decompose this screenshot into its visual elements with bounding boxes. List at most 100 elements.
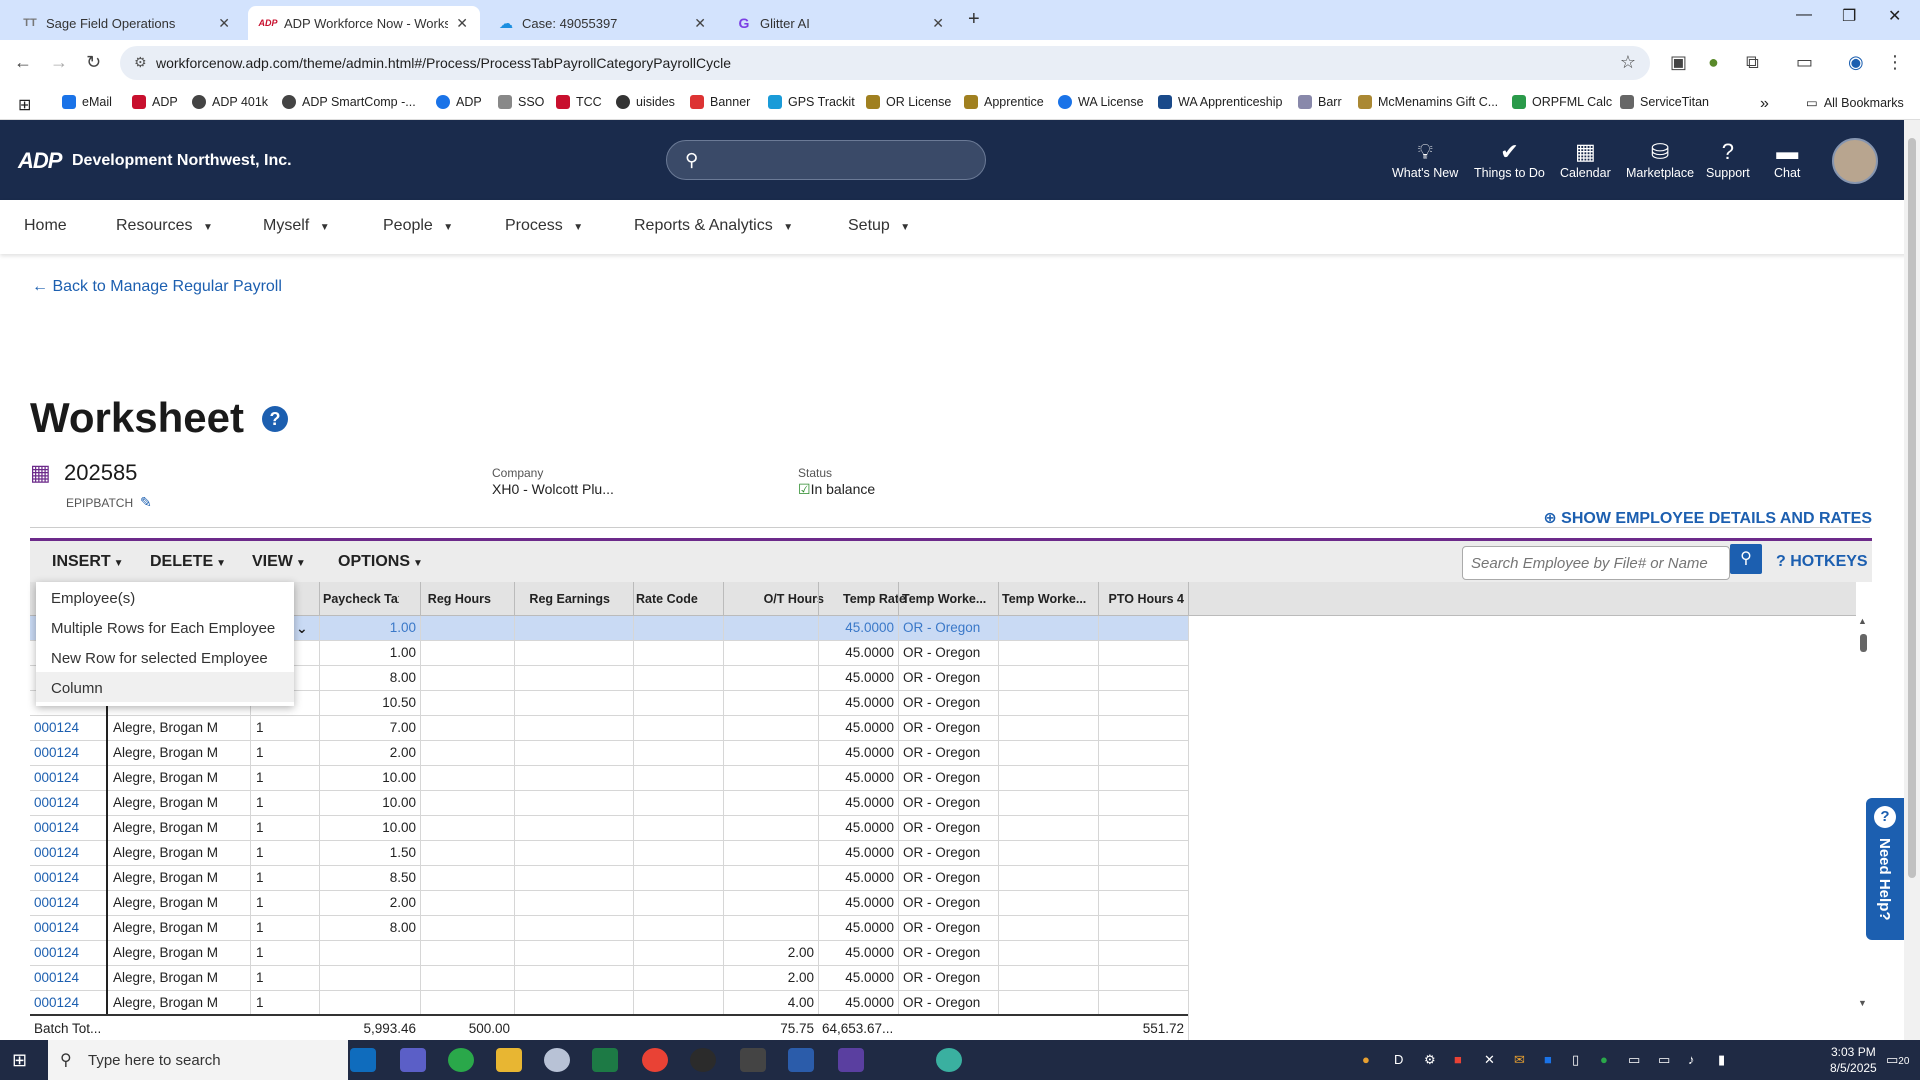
file-number-link[interactable]: 000124	[34, 795, 104, 810]
address-bar[interactable]: ⚙ workforcenow.adp.com/theme/admin.html#…	[120, 46, 1650, 80]
table-row[interactable]: 000124 Alegre, Brogan M 1 2.00 45.0000 OR - O…	[30, 941, 1188, 966]
excel-icon[interactable]	[592, 1048, 618, 1072]
temp-worked-state-cell[interactable]: OR - Oregon	[903, 845, 997, 860]
browser-tab-adp[interactable]: ADP ADP Workforce Now - Workshe ✕	[248, 6, 480, 40]
ot-hours-cell[interactable]: 2.00	[730, 970, 814, 985]
calendar-button[interactable]: ▦ Calendar	[1560, 138, 1611, 180]
tab-search-icon[interactable]: ▭	[1796, 52, 1813, 73]
close-window-icon[interactable]: ✕	[1888, 6, 1901, 26]
tray-icon[interactable]: ✕	[1484, 1052, 1495, 1068]
taskbar-search[interactable]: ⚲ Type here to search	[48, 1040, 348, 1080]
temp-rate-cell[interactable]: 45.0000	[822, 995, 894, 1010]
extension-icon[interactable]: ●	[1708, 52, 1719, 73]
temp-rate-cell[interactable]: 45.0000	[822, 620, 894, 635]
table-row[interactable]: 000124 Alegre, Brogan M 1 2.00 45.0000 OR - O…	[30, 741, 1188, 766]
file-number-link[interactable]: 000124	[34, 820, 104, 835]
scroll-up-icon[interactable]: ▲	[1858, 616, 1867, 626]
column-header[interactable]: Temp Worke...	[1002, 592, 1094, 606]
options-menu-button[interactable]: OPTIONS ▼	[338, 553, 423, 571]
hotkeys-button[interactable]: ? HOTKEYS	[1776, 553, 1868, 571]
close-icon[interactable]: ✕	[932, 15, 944, 32]
back-link[interactable]: ← Back to Manage Regular Payroll	[32, 278, 282, 296]
file-number-link[interactable]: 000124	[34, 845, 104, 860]
bookmark-item[interactable]: ADP	[436, 95, 482, 109]
url-text[interactable]: workforcenow.adp.com/theme/admin.html#/P…	[156, 55, 731, 71]
tray-icon[interactable]: ■	[1454, 1052, 1462, 1067]
table-row[interactable]: 000124 Alegre, Brogan M 1 1.50 45.0000 OR - O…	[30, 841, 1188, 866]
column-header[interactable]: Temp Worke...	[902, 592, 994, 606]
close-icon[interactable]: ✕	[218, 15, 230, 32]
bookmark-item[interactable]: eMail	[62, 95, 112, 109]
nav-myself[interactable]: Myself ▼	[263, 217, 330, 235]
forward-icon[interactable]: →	[50, 52, 68, 73]
nav-resources[interactable]: Resources ▼	[116, 217, 213, 235]
grid-scroll-thumb[interactable]	[1860, 634, 1867, 652]
ot-hours-cell[interactable]: 2.00	[730, 945, 814, 960]
temp-worked-state-cell[interactable]: OR - Oregon	[903, 620, 997, 635]
temp-rate-cell[interactable]: 45.0000	[822, 845, 894, 860]
employee-search-input[interactable]	[1462, 546, 1730, 580]
tray-icon[interactable]: ▭	[1628, 1052, 1640, 1068]
temp-rate-cell[interactable]: 45.0000	[822, 645, 894, 660]
reg-hours-cell[interactable]: 10.00	[326, 795, 416, 810]
bookmark-item[interactable]: ADP SmartComp -...	[282, 95, 416, 109]
file-number-link[interactable]: 000124	[34, 945, 104, 960]
restore-icon[interactable]: ❐	[1842, 6, 1856, 26]
file-explorer-icon[interactable]	[496, 1048, 522, 1072]
reg-hours-cell[interactable]: 1.50	[326, 845, 416, 860]
column-header[interactable]: Reg Hours	[403, 592, 491, 606]
nav-reports[interactable]: Reports & Analytics ▼	[634, 217, 793, 235]
column-header[interactable]: PTO Hours 4	[1104, 592, 1184, 606]
table-row[interactable]: 000124 Alegre, Brogan M 1 10.00 45.0000 OR - …	[30, 816, 1188, 841]
tray-icon[interactable]: D	[1394, 1052, 1403, 1067]
bookmark-item[interactable]: Banner	[690, 95, 750, 109]
chrome-icon[interactable]	[642, 1048, 668, 1072]
search-button[interactable]: ⚲	[1730, 544, 1762, 574]
reg-hours-cell[interactable]: 8.00	[326, 920, 416, 935]
bookmark-item[interactable]: OR License	[866, 95, 951, 109]
temp-rate-cell[interactable]: 45.0000	[822, 920, 894, 935]
nav-setup[interactable]: Setup ▼	[848, 217, 910, 235]
temp-rate-cell[interactable]: 45.0000	[822, 720, 894, 735]
reg-hours-cell[interactable]: 7.00	[326, 720, 416, 735]
extension-icon[interactable]: ▣	[1670, 52, 1687, 73]
table-row[interactable]: 000124 Alegre, Brogan M 1 7.00 45.0000 OR - O…	[30, 716, 1188, 741]
browser-tab-sage[interactable]: TT Sage Field Operations ✕	[10, 6, 242, 40]
temp-worked-state-cell[interactable]: OR - Oregon	[903, 770, 997, 785]
more-bookmarks-icon[interactable]: »	[1760, 95, 1769, 113]
insert-new-row-item[interactable]: New Row for selected Employee	[36, 642, 294, 672]
volume-icon[interactable]: ♪	[1688, 1052, 1695, 1067]
temp-rate-cell[interactable]: 45.0000	[822, 820, 894, 835]
table-row[interactable]: 000124 Alegre, Brogan M 1 10.00 45.0000 OR - …	[30, 766, 1188, 791]
avatar[interactable]	[1832, 138, 1878, 184]
browser-tab-glitter[interactable]: G Glitter AI ✕	[724, 6, 956, 40]
page-scroll-thumb[interactable]	[1908, 138, 1916, 878]
temp-worked-state-cell[interactable]: OR - Oregon	[903, 945, 997, 960]
puzzle-icon[interactable]: ⧉	[1746, 52, 1759, 73]
all-bookmarks[interactable]: ▭ All Bookmarks	[1806, 95, 1904, 111]
temp-worked-state-cell[interactable]: OR - Oregon	[903, 695, 997, 710]
bookmark-item[interactable]: ADP	[132, 95, 178, 109]
reload-icon[interactable]: ↻	[86, 52, 101, 73]
tray-icon[interactable]: ●	[1600, 1052, 1608, 1067]
column-header[interactable]: Paycheck Tax...	[323, 592, 399, 606]
site-info-icon[interactable]: ⚙	[134, 54, 147, 71]
app-icon[interactable]	[544, 1048, 570, 1072]
temp-worked-state-cell[interactable]: OR - Oregon	[903, 670, 997, 685]
tray-icon[interactable]: ●	[1362, 1052, 1370, 1067]
tray-icon[interactable]: ■	[1544, 1052, 1552, 1067]
reg-hours-cell[interactable]: 1.00	[326, 645, 416, 660]
reg-hours-cell[interactable]: 10.00	[326, 770, 416, 785]
browser-tab-case[interactable]: ☁ Case: 49055397 ✕	[486, 6, 718, 40]
column-header[interactable]: Rate Code	[636, 592, 704, 606]
taskbar-clock[interactable]: 3:03 PM 8/5/2025	[1830, 1044, 1877, 1076]
temp-rate-cell[interactable]: 45.0000	[822, 970, 894, 985]
tray-icon[interactable]: ⚙	[1424, 1052, 1436, 1068]
word-icon[interactable]	[788, 1048, 814, 1072]
back-icon[interactable]: ←	[14, 52, 32, 73]
table-row[interactable]: 000124 Alegre, Brogan M 1 8.00 45.0000 OR - O…	[30, 916, 1188, 941]
microphone-icon[interactable]: ▮	[1718, 1052, 1725, 1068]
acrobat-icon[interactable]	[740, 1048, 766, 1072]
reg-hours-cell[interactable]: 2.00	[326, 895, 416, 910]
nav-home[interactable]: Home	[24, 217, 67, 235]
